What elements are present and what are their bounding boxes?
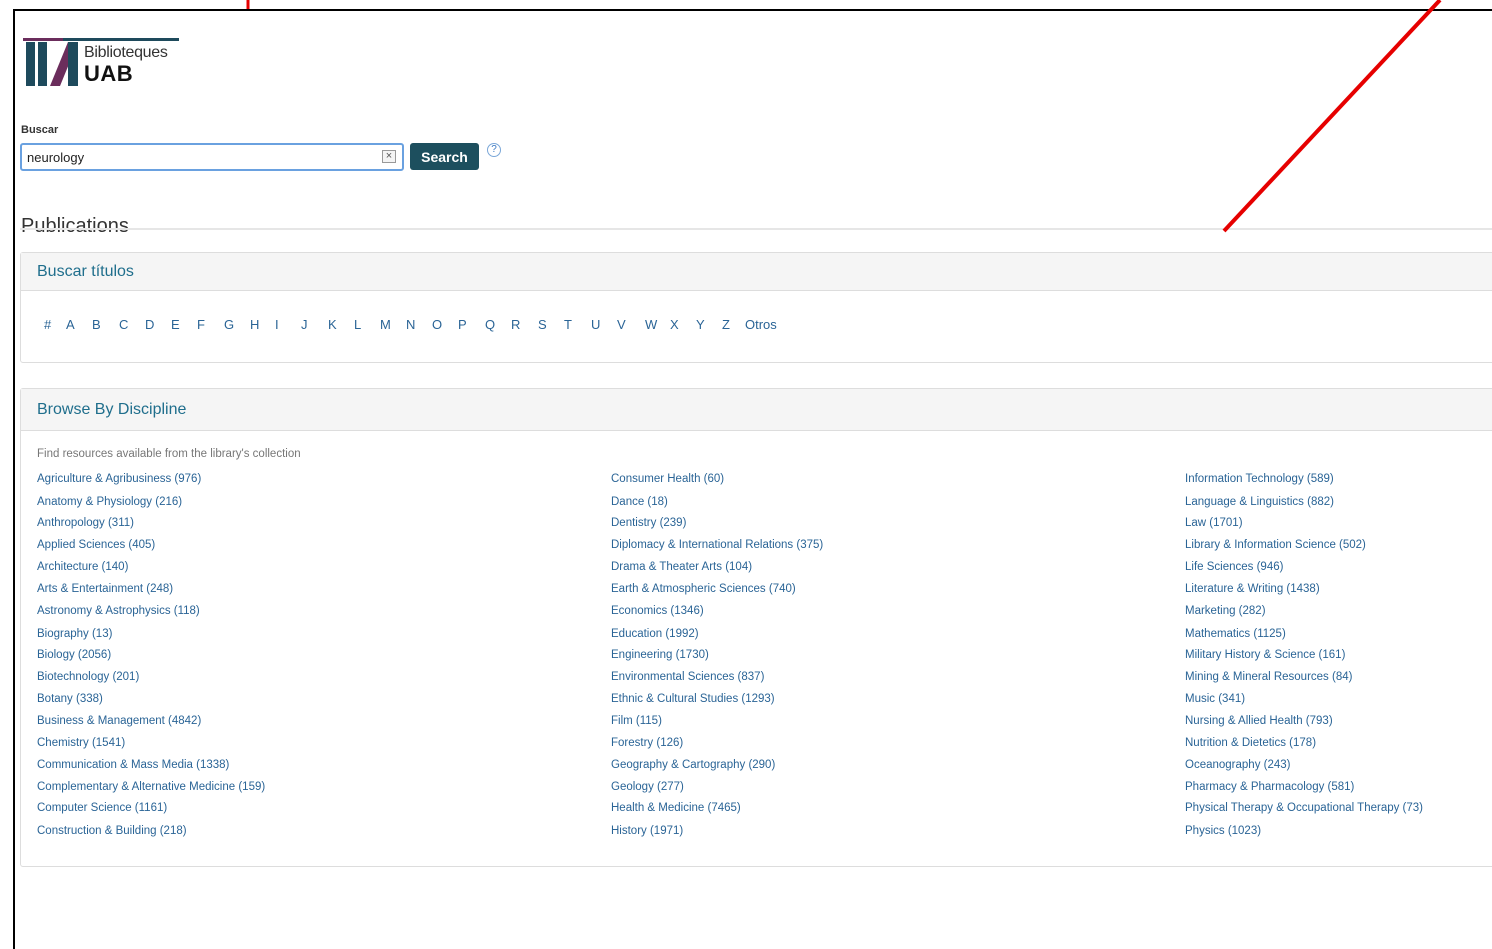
discipline-link[interactable]: Biology (2056)	[37, 649, 111, 661]
discipline-link[interactable]: Music (341)	[1185, 693, 1245, 705]
letter-link-x[interactable]: X	[670, 317, 696, 332]
help-icon[interactable]: ?	[487, 143, 501, 157]
logo-text-uab: UAB	[84, 61, 134, 86]
discipline-link[interactable]: Mathematics (1125)	[1185, 628, 1286, 640]
letter-link-b[interactable]: B	[92, 317, 119, 332]
letter-link-v[interactable]: V	[617, 317, 645, 332]
discipline-link[interactable]: Education (1992)	[611, 628, 699, 640]
letter-link-t[interactable]: T	[564, 317, 591, 332]
discipline-link[interactable]: Complementary & Alternative Medicine (15…	[37, 781, 265, 793]
discipline-link[interactable]: Diplomacy & International Relations (375…	[611, 539, 823, 551]
discipline-link[interactable]: Earth & Atmospheric Sciences (740)	[611, 583, 796, 595]
letter-link-r[interactable]: R	[511, 317, 538, 332]
search-button[interactable]: Search	[410, 143, 479, 170]
discipline-link[interactable]: Physical Therapy & Occupational Therapy …	[1185, 802, 1423, 814]
discipline-link[interactable]: Information Technology (589)	[1185, 473, 1334, 485]
discipline-link[interactable]: Physics (1023)	[1185, 825, 1261, 837]
letter-link-m[interactable]: M	[380, 317, 406, 332]
letter-link-k[interactable]: K	[328, 317, 354, 332]
search-box[interactable]: ×	[20, 143, 404, 171]
library-logo[interactable]: Biblioteques UAB	[23, 38, 183, 94]
letter-link-e[interactable]: E	[171, 317, 197, 332]
letter-link-l[interactable]: L	[354, 317, 380, 332]
discipline-link[interactable]: Oceanography (243)	[1185, 759, 1290, 771]
discipline-link[interactable]: Mining & Mineral Resources (84)	[1185, 671, 1352, 683]
letter-link-n[interactable]: N	[406, 317, 432, 332]
letter-link-y[interactable]: Y	[696, 317, 722, 332]
letter-link-g[interactable]: G	[224, 317, 250, 332]
discipline-link[interactable]: Business & Management (4842)	[37, 715, 201, 727]
discipline-link[interactable]: Anatomy & Physiology (216)	[37, 496, 182, 508]
logo-underline	[23, 38, 179, 41]
browse-titles-heading: Buscar títulos	[21, 253, 1492, 291]
discipline-link[interactable]: Forestry (126)	[611, 737, 683, 749]
logo-text-biblioteques: Biblioteques	[84, 44, 168, 61]
discipline-link[interactable]: Architecture (140)	[37, 561, 128, 573]
discipline-link[interactable]: Communication & Mass Media (1338)	[37, 759, 229, 771]
discipline-link[interactable]: Biotechnology (201)	[37, 671, 139, 683]
letter-link-z[interactable]: Z	[722, 317, 745, 332]
discipline-link[interactable]: Chemistry (1541)	[37, 737, 125, 749]
logo-bars-icon	[26, 42, 78, 86]
letter-link-p[interactable]: P	[458, 317, 485, 332]
discipline-link[interactable]: Economics (1346)	[611, 605, 704, 617]
discipline-link[interactable]: Nursing & Allied Health (793)	[1185, 715, 1333, 727]
search-input[interactable]	[27, 148, 367, 166]
discipline-link[interactable]: Anthropology (311)	[37, 517, 134, 529]
discipline-link[interactable]: Library & Information Science (502)	[1185, 539, 1366, 551]
discipline-link[interactable]: Geography & Cartography (290)	[611, 759, 775, 771]
letter-link-q[interactable]: Q	[485, 317, 511, 332]
discipline-link[interactable]: Health & Medicine (7465)	[611, 802, 741, 814]
discipline-link[interactable]: Literature & Writing (1438)	[1185, 583, 1320, 595]
discipline-link[interactable]: Construction & Building (218)	[37, 825, 187, 837]
letter-link-d[interactable]: D	[145, 317, 171, 332]
letter-link-o[interactable]: O	[432, 317, 458, 332]
discipline-link[interactable]: Consumer Health (60)	[611, 473, 724, 485]
discipline-link[interactable]: Biography (13)	[37, 628, 112, 640]
alphabet-nav: # A B C D E F G H I J K L M N O P Q R S T U V W X Y Z Otros	[44, 317, 785, 332]
letter-link-h[interactable]: H	[250, 317, 275, 332]
discipline-link[interactable]: Ethnic & Cultural Studies (1293)	[611, 693, 775, 705]
discipline-link[interactable]: Arts & Entertainment (248)	[37, 583, 173, 595]
discipline-link[interactable]: Engineering (1730)	[611, 649, 709, 661]
letter-link-otros[interactable]: Otros	[745, 317, 785, 332]
browse-discipline-panel: Browse By Discipline Find resources avai…	[20, 388, 1492, 867]
browse-titles-panel: Buscar títulos # A B C D E F G H I J K L M N O P Q R S T U V W X…	[20, 252, 1492, 363]
discipline-link[interactable]: Drama & Theater Arts (104)	[611, 561, 752, 573]
discipline-link[interactable]: Pharmacy & Pharmacology (581)	[1185, 781, 1354, 793]
discipline-link[interactable]: Applied Sciences (405)	[37, 539, 155, 551]
letter-link-i[interactable]: I	[275, 317, 301, 332]
discipline-link[interactable]: Law (1701)	[1185, 517, 1243, 529]
discipline-link[interactable]: Nutrition & Dietetics (178)	[1185, 737, 1316, 749]
discipline-link[interactable]: Dentistry (239)	[611, 517, 686, 529]
discipline-link[interactable]: Botany (338)	[37, 693, 103, 705]
discipline-link[interactable]: Astronomy & Astrophysics (118)	[37, 605, 200, 617]
page-title: Publications	[21, 214, 129, 237]
discipline-link[interactable]: Marketing (282)	[1185, 605, 1266, 617]
letter-link-w[interactable]: W	[645, 317, 670, 332]
discipline-link[interactable]: Film (115)	[611, 715, 662, 727]
heading-divider	[20, 228, 1492, 230]
discipline-link[interactable]: Dance (18)	[611, 496, 668, 508]
letter-link-a[interactable]: A	[66, 317, 92, 332]
discipline-link[interactable]: Environmental Sciences (837)	[611, 671, 764, 683]
letter-link-u[interactable]: U	[591, 317, 617, 332]
discipline-link[interactable]: Computer Science (1161)	[37, 802, 167, 814]
search-label: Buscar	[21, 124, 59, 136]
letter-link-f[interactable]: F	[197, 317, 224, 332]
close-icon: ×	[385, 150, 393, 162]
letter-link-j[interactable]: J	[301, 317, 328, 332]
discipline-link[interactable]: Language & Linguistics (882)	[1185, 496, 1334, 508]
discipline-link[interactable]: Military History & Science (161)	[1185, 649, 1345, 661]
letter-link-c[interactable]: C	[119, 317, 145, 332]
discipline-link[interactable]: Geology (277)	[611, 781, 684, 793]
discipline-link[interactable]: Life Sciences (946)	[1185, 561, 1283, 573]
browse-discipline-heading: Browse By Discipline	[21, 389, 1492, 431]
letter-link-hash[interactable]: #	[44, 317, 66, 332]
letter-link-s[interactable]: S	[538, 317, 564, 332]
discipline-link[interactable]: Agriculture & Agribusiness (976)	[37, 473, 201, 485]
discipline-link[interactable]: History (1971)	[611, 825, 683, 837]
discipline-intro-text: Find resources available from the librar…	[37, 448, 301, 460]
clear-search-button[interactable]: ×	[382, 150, 396, 163]
